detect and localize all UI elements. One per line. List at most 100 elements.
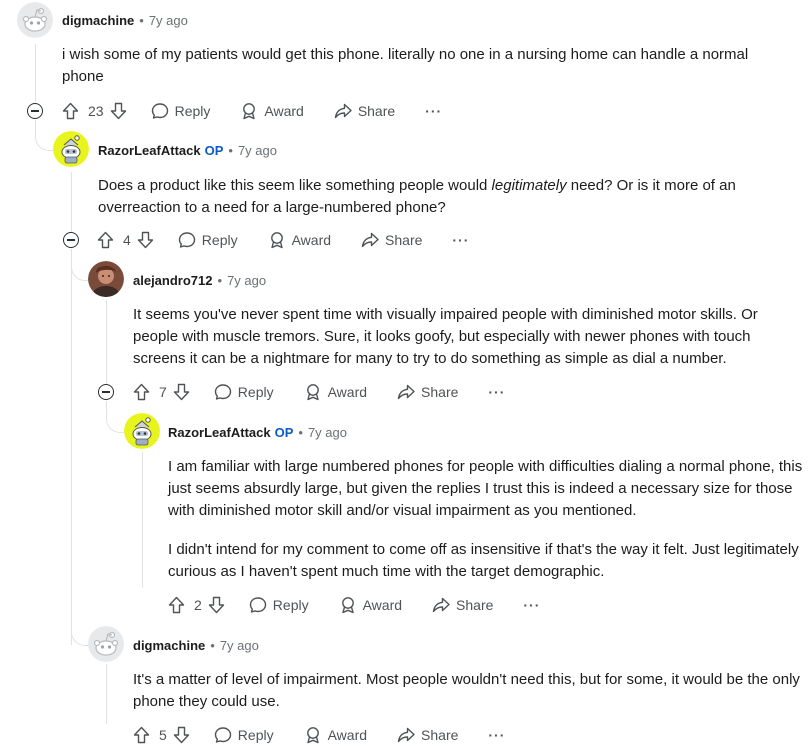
- award-button[interactable]: Award: [240, 102, 304, 120]
- separator-dot: •: [217, 272, 223, 288]
- vote-count: 5: [159, 727, 167, 743]
- separator-dot: •: [210, 637, 215, 653]
- timestamp[interactable]: 7y ago: [220, 638, 259, 653]
- collapse-thread-button[interactable]: [63, 232, 79, 248]
- reply-button[interactable]: Reply: [214, 383, 274, 401]
- comment-bubble-icon: [151, 103, 168, 119]
- username[interactable]: alejandro712: [133, 273, 213, 288]
- comment-body: It's a matter of level of impairment. Mo…: [133, 669, 803, 713]
- upvote-button[interactable]: [133, 383, 150, 401]
- comment-header: digmachine • 7y ago: [133, 635, 259, 655]
- award-icon: [341, 597, 354, 614]
- award-label: Award: [362, 597, 403, 613]
- thread-elbow: [106, 401, 125, 433]
- share-button[interactable]: Share: [334, 102, 395, 120]
- award-label: Award: [327, 384, 368, 400]
- comment-actions: 7 Reply Award Share ···: [133, 380, 505, 404]
- comment-header: RazorLeafAttack OP • 7y ago: [168, 422, 347, 442]
- thread-line-level-2: [106, 300, 107, 384]
- timestamp[interactable]: 7y ago: [238, 143, 277, 158]
- comment-body: It seems you've never spent time with vi…: [133, 304, 799, 370]
- share-icon: [397, 727, 415, 743]
- timestamp[interactable]: 7y ago: [308, 425, 347, 440]
- reply-button[interactable]: Reply: [151, 102, 211, 120]
- more-options-button[interactable]: ···: [488, 384, 505, 400]
- comment-body: I am familiar with large numbered phones…: [168, 456, 806, 583]
- award-button[interactable]: Award: [304, 726, 367, 744]
- reply-button[interactable]: Reply: [249, 596, 309, 614]
- upvote-icon: [133, 383, 150, 401]
- more-options-button[interactable]: ···: [523, 597, 540, 613]
- reply-label: Reply: [237, 384, 274, 400]
- username[interactable]: RazorLeafAttack: [98, 143, 201, 158]
- share-label: Share: [357, 103, 396, 119]
- avatar[interactable]: [88, 626, 124, 662]
- award-label: Award: [291, 232, 332, 248]
- comment-paragraph: I didn't intend for my comment to come o…: [168, 541, 799, 580]
- comment-bubble-icon: [214, 384, 231, 400]
- avatar[interactable]: [124, 413, 160, 449]
- more-options-button[interactable]: ···: [488, 727, 505, 743]
- upvote-button[interactable]: [133, 726, 150, 744]
- comment-paragraph: It's a matter of level of impairment. Mo…: [133, 671, 800, 710]
- collapse-thread-button[interactable]: [98, 384, 114, 400]
- share-button[interactable]: Share: [361, 231, 422, 249]
- vote-count: 4: [123, 232, 131, 248]
- comment-actions: 23 Reply Award Share ···: [62, 99, 442, 123]
- award-label: Award: [264, 103, 304, 119]
- username[interactable]: RazorLeafAttack: [168, 425, 271, 440]
- emphasis-text: legitimately: [491, 177, 567, 194]
- downvote-button[interactable]: [173, 383, 190, 401]
- comment-bubble-icon: [178, 232, 195, 248]
- more-options-button[interactable]: ···: [452, 232, 469, 248]
- timestamp[interactable]: 7y ago: [149, 13, 188, 28]
- thread-line-level-1: [106, 664, 107, 724]
- separator-dot: •: [139, 12, 144, 28]
- comment-header: alejandro712 • 7y ago: [133, 270, 266, 290]
- award-label: Award: [327, 727, 368, 743]
- thread-line-level-1: [71, 172, 72, 232]
- award-button[interactable]: Award: [304, 383, 367, 401]
- reply-button[interactable]: Reply: [178, 231, 238, 249]
- username[interactable]: digmachine: [133, 638, 205, 653]
- avatar[interactable]: [53, 131, 89, 167]
- reply-label: Reply: [174, 103, 211, 119]
- award-button[interactable]: Award: [268, 231, 331, 249]
- comment-actions: 4 Reply Award Share ···: [97, 228, 469, 252]
- text-run: Does a product like this seem like somet…: [98, 177, 492, 194]
- share-button[interactable]: Share: [397, 726, 458, 744]
- more-options-button[interactable]: ···: [425, 103, 442, 119]
- award-button[interactable]: Award: [339, 596, 402, 614]
- upvote-button[interactable]: [62, 102, 79, 120]
- comment-body: Does a product like this seem like somet…: [98, 175, 798, 219]
- separator-dot: •: [228, 142, 233, 158]
- award-icon: [306, 727, 319, 744]
- username[interactable]: digmachine: [62, 13, 134, 28]
- comment-actions: 2 Reply Award Share ···: [168, 593, 540, 617]
- timestamp[interactable]: 7y ago: [227, 273, 266, 288]
- upvote-button[interactable]: [97, 231, 114, 249]
- downvote-button[interactable]: [110, 102, 127, 120]
- upvote-icon: [168, 596, 185, 614]
- avatar[interactable]: [88, 261, 124, 297]
- upvote-icon: [97, 231, 114, 249]
- award-icon: [306, 384, 319, 401]
- downvote-button[interactable]: [208, 596, 225, 614]
- upvote-button[interactable]: [168, 596, 185, 614]
- comment-bubble-icon: [249, 597, 266, 613]
- vote-count: 2: [194, 597, 202, 613]
- share-label: Share: [421, 384, 459, 400]
- op-badge: OP: [204, 142, 224, 158]
- downvote-button[interactable]: [137, 231, 154, 249]
- share-button[interactable]: Share: [397, 383, 458, 401]
- share-button[interactable]: Share: [432, 596, 493, 614]
- share-label: Share: [385, 232, 423, 248]
- avatar[interactable]: [17, 2, 53, 38]
- reply-label: Reply: [237, 727, 274, 743]
- collapse-thread-button[interactable]: [27, 103, 43, 119]
- downvote-icon: [173, 726, 189, 744]
- reply-button[interactable]: Reply: [214, 726, 274, 744]
- comment-paragraph: i wish some of my patients would get thi…: [62, 46, 749, 85]
- downvote-button[interactable]: [173, 726, 190, 744]
- downvote-icon: [137, 231, 153, 249]
